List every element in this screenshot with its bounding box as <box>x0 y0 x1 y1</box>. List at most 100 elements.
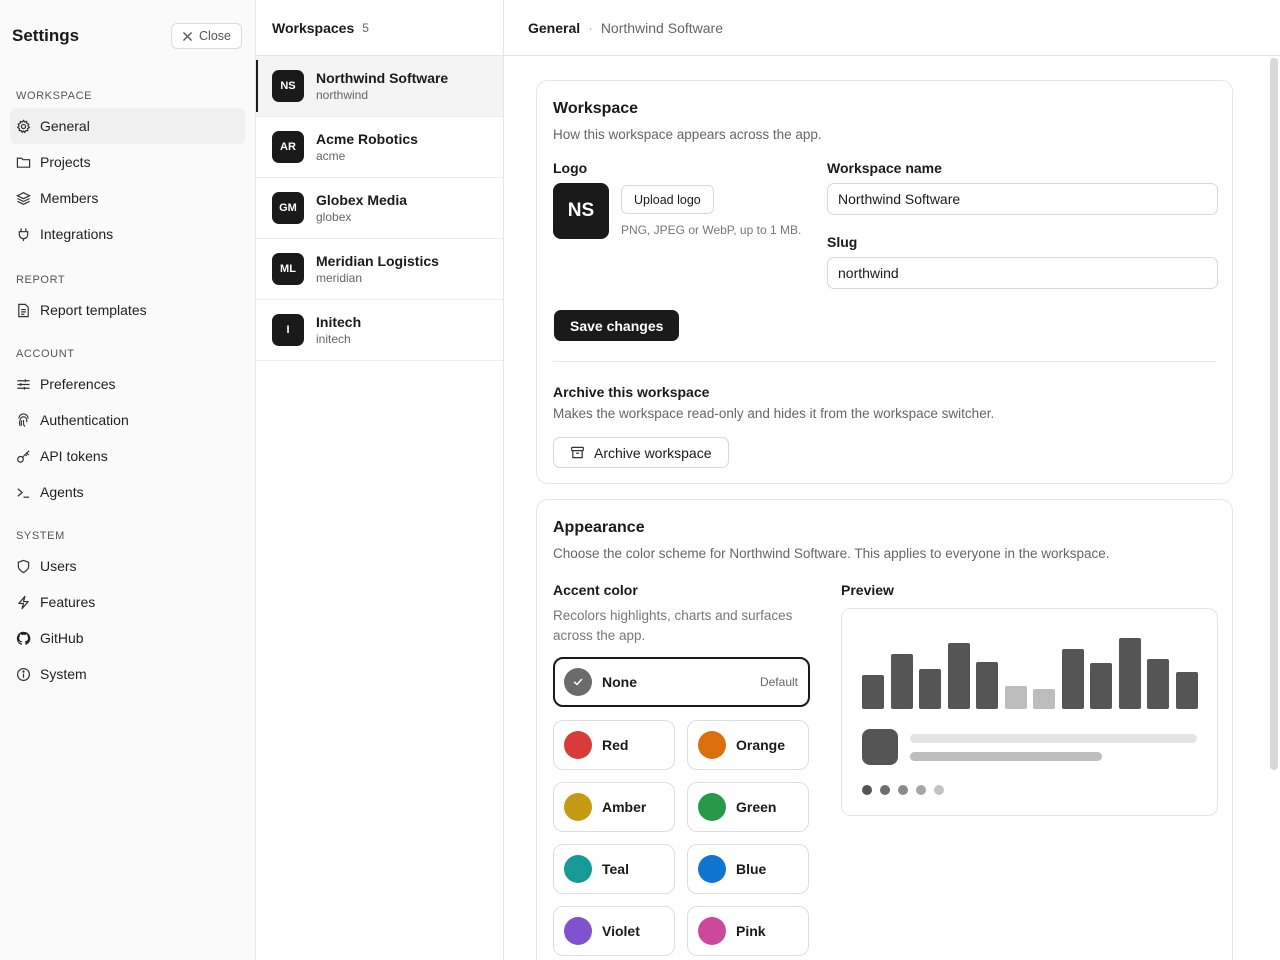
accent-option-amber[interactable]: Amber <box>553 782 675 832</box>
sidebar-item-report-templates[interactable]: Report templates <box>10 292 245 328</box>
info-icon <box>16 667 31 681</box>
workspace-row-northwind[interactable]: NS Northwind Software northwind <box>256 56 503 117</box>
accent-option-violet[interactable]: Violet <box>553 906 675 956</box>
slug-input[interactable]: northwind <box>827 257 1218 289</box>
github-icon <box>16 631 31 645</box>
sidebar-item-system[interactable]: System <box>10 656 245 692</box>
preview-bar <box>947 643 970 709</box>
close-button[interactable]: Close <box>171 23 242 49</box>
workspace-row-initech[interactable]: I Initech initech <box>256 300 503 361</box>
sidebar-item-integrations[interactable]: Integrations <box>10 216 245 252</box>
divider <box>553 361 1216 362</box>
workspace-slug: meridian <box>316 271 363 285</box>
swatch <box>698 793 726 821</box>
sidebar-item-users[interactable]: Users <box>10 548 245 584</box>
sidebar-item-github[interactable]: GitHub <box>10 620 245 656</box>
workspace-avatar: I <box>272 314 304 346</box>
accent-option-teal[interactable]: Teal <box>553 844 675 894</box>
sidebar-item-label: Agents <box>40 484 84 500</box>
sidebar-item-label: Integrations <box>40 226 114 242</box>
preview-bar <box>890 654 913 709</box>
workspace-name: Northwind Software <box>316 70 449 86</box>
sidebar-item-label: Preferences <box>40 376 116 392</box>
swatch <box>564 731 592 759</box>
sidebar-item-label: Authentication <box>40 412 129 428</box>
accent-option-label: Amber <box>602 799 647 815</box>
sidebar-item-members[interactable]: Members <box>10 180 245 216</box>
upload-logo-button[interactable]: Upload logo <box>621 185 714 214</box>
accent-option-blue[interactable]: Blue <box>687 844 809 894</box>
accent-option-label: Violet <box>602 923 640 939</box>
workspace-row-acme[interactable]: AR Acme Robotics acme <box>256 117 503 178</box>
accent-option-orange[interactable]: Orange <box>687 720 809 770</box>
workspace-avatar: AR <box>272 131 304 163</box>
accent-option-pink[interactable]: Pink <box>687 906 809 956</box>
sidebar-item-general[interactable]: General <box>10 108 245 144</box>
preview-bar <box>1176 672 1198 709</box>
settings-sidebar: Settings Close WORKSPACE General Project… <box>0 0 256 960</box>
swatch <box>698 855 726 883</box>
accent-option-label: Green <box>736 799 777 815</box>
sidebar-item-label: Users <box>40 558 77 574</box>
sidebar-item-label: Features <box>40 594 96 610</box>
workspace-name: Meridian Logistics <box>316 253 439 269</box>
close-icon <box>183 31 192 41</box>
workspace-name: Acme Robotics <box>316 131 418 147</box>
accent-option-label: Teal <box>602 861 629 877</box>
sidebar-item-authentication[interactable]: Authentication <box>10 402 245 438</box>
preview-line <box>910 752 1102 761</box>
fingerprint-icon <box>18 412 29 427</box>
workspace-slug: initech <box>316 332 351 346</box>
archive-workspace-button[interactable]: Archive workspace <box>553 437 729 468</box>
swatch <box>564 855 592 883</box>
workspace-row-meridian[interactable]: ML Meridian Logistics meridian <box>256 239 503 300</box>
workspace-name-label: Workspace name <box>827 160 942 176</box>
workspace-row-globex[interactable]: GM Globex Media globex <box>256 178 503 239</box>
lightning-icon <box>18 595 29 609</box>
sidebar-item-features[interactable]: Features <box>10 584 245 620</box>
sidebar-item-label: Projects <box>40 154 91 170</box>
workspace-name-input[interactable]: Northwind Software <box>827 183 1218 215</box>
accent-option-red[interactable]: Red <box>553 720 675 770</box>
sidebar-item-label: API tokens <box>40 448 108 464</box>
preview-bars <box>862 637 1198 709</box>
preview-bar <box>1061 649 1084 709</box>
scrollbar[interactable] <box>1270 58 1278 770</box>
save-changes-button[interactable]: Save changes <box>554 310 680 341</box>
sidebar-item-projects[interactable]: Projects <box>10 144 245 180</box>
workspace-list-header: Workspaces 5 <box>256 0 503 56</box>
gear-icon <box>16 118 31 133</box>
sidebar-item-api-tokens[interactable]: API tokens <box>10 438 245 474</box>
preview-avatar <box>862 729 898 765</box>
workspace-name: Globex Media <box>316 192 408 208</box>
accent-option-green[interactable]: Green <box>687 782 809 832</box>
preview-dot <box>898 785 908 795</box>
logo-label: Logo <box>553 160 588 176</box>
shield-icon <box>17 559 30 573</box>
preview-label: Preview <box>841 582 894 598</box>
default-badge: Default <box>759 675 798 689</box>
document-icon <box>18 303 29 317</box>
breadcrumb-section: General <box>528 19 581 36</box>
sidebar-item-agents[interactable]: Agents <box>10 474 245 510</box>
section-label: SYSTEM <box>16 530 65 542</box>
workspace-avatar: ML <box>272 253 304 285</box>
preview-dot <box>934 785 944 795</box>
section-label: WORKSPACE <box>16 90 93 102</box>
layers-icon <box>16 191 31 205</box>
archive-title: Archive this workspace <box>553 384 710 400</box>
plug-icon <box>18 227 29 241</box>
sidebar-item-preferences[interactable]: Preferences <box>10 366 245 402</box>
sidebar-item-label: GitHub <box>40 630 84 646</box>
appearance-card-description: Choose the color scheme for Northwind So… <box>553 546 1110 561</box>
preview-bar <box>1118 638 1141 709</box>
scrollbar-thumb[interactable] <box>1270 58 1278 770</box>
swatch <box>564 793 592 821</box>
sidebar-section-system: SYSTEM Users Features GitHub System <box>0 524 255 692</box>
accent-option-none[interactable]: None Default <box>553 657 810 707</box>
breadcrumb-workspace: Northwind Software <box>600 19 723 36</box>
swatch <box>698 917 726 945</box>
breadcrumb-separator: · <box>588 19 593 36</box>
preview-bar <box>919 669 942 709</box>
workspace-list-title: Workspaces <box>272 19 355 36</box>
